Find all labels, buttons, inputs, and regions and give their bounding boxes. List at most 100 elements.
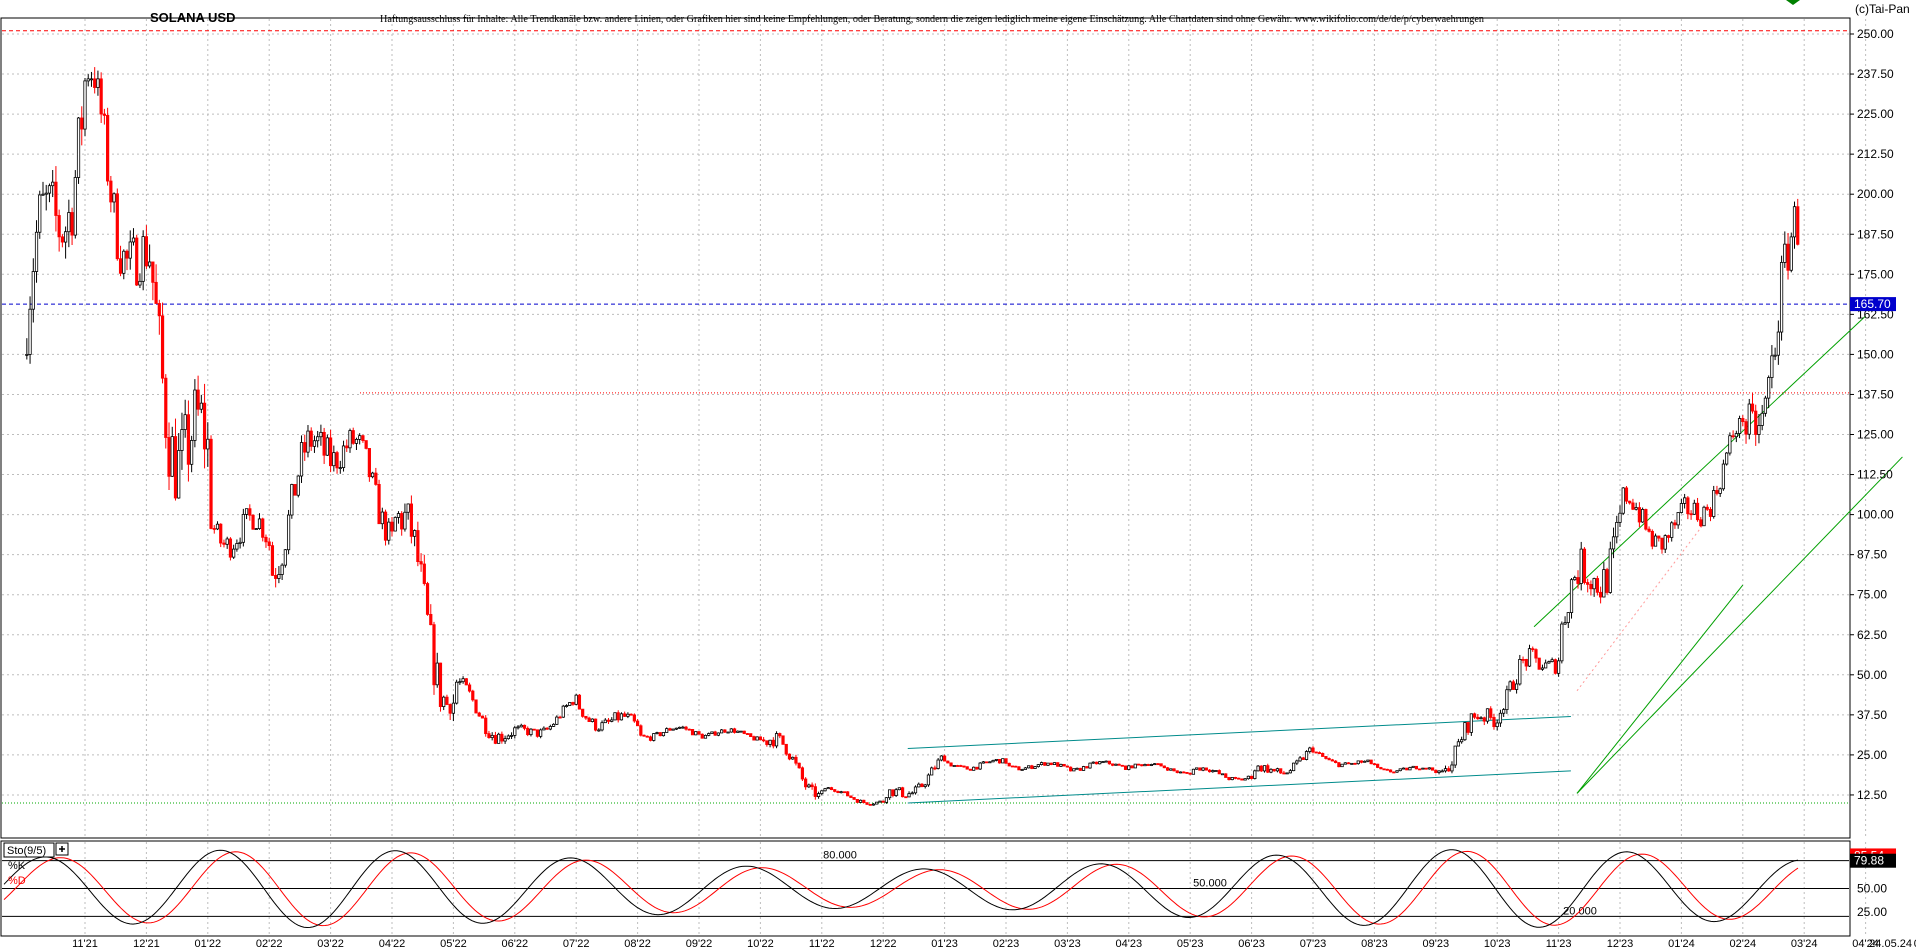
candle-body	[1292, 762, 1296, 772]
candle-body	[1185, 772, 1189, 774]
trend-line	[907, 770, 1571, 804]
candle-body	[535, 729, 540, 737]
candle-body	[907, 793, 911, 798]
candle-body	[1418, 768, 1422, 771]
trend-lines	[907, 315, 1903, 804]
x-tick-label: 11'23	[1546, 938, 1572, 948]
candle-body	[445, 696, 449, 705]
candle-body	[1440, 770, 1444, 773]
candle-body	[44, 192, 48, 195]
candle-body	[497, 733, 501, 744]
candle-body	[1039, 762, 1044, 765]
candle-body	[1217, 770, 1221, 775]
candle-body	[522, 724, 527, 729]
candle-body	[1266, 765, 1270, 773]
y-tick-label: 137.50	[1857, 387, 1894, 401]
candle-body	[994, 758, 998, 761]
candle-body	[118, 258, 123, 274]
candle-body	[1663, 535, 1667, 550]
candle-body	[1030, 765, 1034, 769]
candle-body	[1531, 648, 1535, 651]
candle-body	[1592, 578, 1596, 590]
candle-body	[76, 117, 81, 178]
candle-body	[1188, 772, 1192, 775]
candle-body	[1447, 768, 1451, 772]
candle-body	[471, 690, 475, 701]
candle-body	[774, 733, 779, 747]
candle-body	[487, 733, 491, 738]
candle-body	[322, 431, 326, 456]
candle-body	[1508, 681, 1512, 691]
candle-body	[1670, 522, 1674, 538]
candle-body	[328, 437, 333, 467]
candle-body	[529, 728, 533, 736]
candle-body	[1702, 506, 1706, 527]
candle-body	[1398, 768, 1402, 772]
corner-marker	[1786, 0, 1800, 5]
candle-body	[190, 440, 194, 465]
candle-body	[341, 445, 346, 468]
candle-body	[490, 734, 494, 738]
candle-body	[913, 786, 918, 794]
candle-body	[122, 250, 126, 274]
candle-body	[1350, 762, 1354, 765]
x-axis-labels: 11'21 12'21 01'22 02'22 03'22 04'22 05'22 06'22…	[72, 938, 1916, 948]
y-axis-labels: 250.00 237.50 225.00 212.50 200.00 187.50 175.…	[1850, 27, 1896, 802]
candle-body	[762, 739, 766, 742]
candle-body	[99, 78, 103, 115]
candle-body	[781, 735, 785, 745]
x-tick-label: 11'22	[809, 938, 835, 948]
candle-body	[626, 713, 630, 717]
candle-body	[222, 542, 226, 545]
candle-body	[852, 797, 856, 800]
candle-body	[862, 799, 866, 804]
candle-body	[1573, 577, 1577, 581]
candle-body	[351, 430, 355, 444]
candle-body	[1560, 623, 1564, 662]
candle-body	[383, 511, 388, 541]
candle-body	[752, 736, 756, 741]
candle-body	[936, 759, 940, 769]
candle-body	[1298, 757, 1302, 762]
candle-body	[354, 438, 359, 444]
grid-lines	[2, 19, 1867, 935]
stoch-d-legend: %D	[8, 875, 26, 887]
candle-body	[749, 733, 753, 737]
last-price-label: 165.70	[1854, 297, 1891, 311]
candle-body	[1140, 764, 1144, 767]
candle-body	[568, 702, 572, 706]
candle-body	[1644, 509, 1648, 530]
candle-body	[1379, 767, 1383, 770]
candle-body	[1072, 768, 1076, 772]
stoch-y-tick-label: 50.00	[1857, 882, 1887, 896]
candle-body	[1056, 762, 1060, 767]
candles	[25, 67, 1800, 806]
candle-body	[1731, 435, 1735, 438]
candle-body	[539, 729, 543, 737]
candle-body	[270, 545, 275, 576]
candle-body	[1421, 767, 1425, 770]
candle-body	[228, 538, 233, 558]
candle-body	[1660, 537, 1664, 550]
candle-body	[25, 353, 29, 356]
candle-body	[1081, 766, 1086, 771]
candle-body	[797, 762, 801, 769]
candle-body	[1434, 769, 1438, 773]
candle-body	[920, 783, 924, 787]
candle-body	[665, 728, 669, 733]
candle-body	[1340, 763, 1344, 768]
candle-body	[526, 727, 530, 736]
candle-body	[380, 511, 384, 525]
candle-body	[1117, 763, 1121, 766]
candle-body	[946, 760, 950, 764]
candle-body	[400, 513, 404, 530]
candle-body	[636, 720, 640, 727]
candle-body	[80, 117, 84, 130]
candle-body	[548, 726, 552, 730]
candle-body	[1479, 717, 1483, 720]
candle-body	[1502, 709, 1506, 714]
candle-body	[571, 702, 575, 705]
candle-body	[765, 740, 769, 745]
candle-body	[219, 523, 223, 544]
candle-body	[930, 767, 934, 776]
